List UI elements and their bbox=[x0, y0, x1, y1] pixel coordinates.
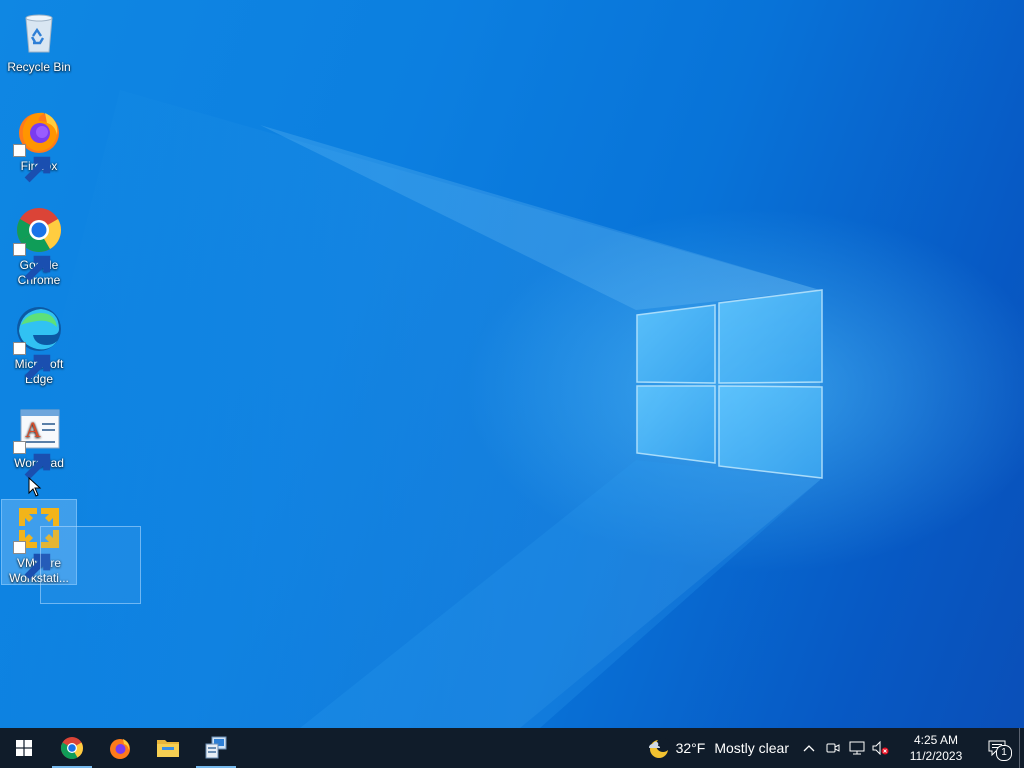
windows-logo-wallpaper bbox=[0, 90, 823, 728]
action-center-button[interactable]: 1 bbox=[975, 728, 1019, 768]
selection-marquee bbox=[40, 526, 141, 604]
taskbar-file-explorer-button[interactable] bbox=[144, 728, 192, 768]
wordpad-icon: A bbox=[13, 404, 63, 480]
show-hidden-icons-button[interactable] bbox=[797, 728, 821, 768]
moon-cloud-icon bbox=[648, 738, 670, 758]
firefox-icon bbox=[110, 739, 130, 759]
edge-icon bbox=[13, 305, 63, 381]
desktop-icon-firefox[interactable]: Firefox bbox=[2, 103, 76, 183]
app-icon bbox=[205, 736, 227, 759]
clock-date: 11/2/2023 bbox=[909, 749, 963, 763]
shortcut-arrow-icon bbox=[13, 144, 51, 183]
taskbar-app-button[interactable] bbox=[192, 728, 240, 768]
chevron-up-icon bbox=[803, 745, 815, 752]
firefox-icon bbox=[13, 107, 63, 183]
chrome-icon bbox=[61, 737, 83, 759]
system-tray: 32°F Mostly clear 4:25 AM 11/2/2023 1 bbox=[640, 728, 1024, 768]
clock-time: 4:25 AM bbox=[913, 733, 959, 747]
network-icon bbox=[849, 741, 865, 755]
desktop-icon-label: Recycle Bin bbox=[7, 60, 71, 74]
mouse-cursor-icon bbox=[28, 477, 42, 497]
desktop-icon-google-chrome[interactable]: Google Chrome bbox=[2, 202, 76, 288]
shortcut-arrow-icon bbox=[13, 441, 51, 480]
clock[interactable]: 4:25 AM 11/2/2023 bbox=[897, 728, 975, 768]
show-desktop-button[interactable] bbox=[1019, 728, 1024, 768]
windows-start-icon bbox=[16, 740, 32, 756]
shortcut-arrow-icon bbox=[13, 243, 51, 282]
desktop[interactable]: Recycle Bin Firefox Google Chrome Micros… bbox=[0, 0, 1024, 728]
meet-now-icon bbox=[826, 743, 840, 753]
svg-text:A: A bbox=[25, 417, 41, 442]
taskbar-firefox-button[interactable] bbox=[96, 728, 144, 768]
file-explorer-icon bbox=[157, 740, 179, 757]
recycle-bin-icon bbox=[15, 8, 63, 56]
network-button[interactable] bbox=[845, 728, 869, 768]
shortcut-arrow-icon bbox=[13, 342, 51, 381]
desktop-icon-microsoft-edge[interactable]: Microsoft Edge bbox=[2, 301, 76, 387]
start-button[interactable] bbox=[0, 728, 48, 768]
volume-button[interactable] bbox=[869, 728, 893, 768]
notification-count-badge: 1 bbox=[996, 745, 1012, 761]
desktop-icon-recycle-bin[interactable]: Recycle Bin bbox=[2, 4, 76, 75]
taskbar-chrome-button[interactable] bbox=[48, 728, 96, 768]
weather-temperature: 32°F bbox=[675, 740, 706, 756]
chrome-icon bbox=[13, 206, 63, 282]
weather-condition: Mostly clear bbox=[714, 740, 789, 756]
volume-muted-icon bbox=[872, 741, 889, 755]
taskbar: 32°F Mostly clear 4:25 AM 11/2/2023 1 bbox=[0, 728, 1024, 768]
meet-now-button[interactable] bbox=[821, 728, 845, 768]
weather-widget[interactable]: 32°F Mostly clear bbox=[640, 728, 797, 768]
desktop-icon-wordpad[interactable]: A WordPad bbox=[2, 400, 76, 480]
shortcut-arrow-icon bbox=[13, 541, 51, 580]
